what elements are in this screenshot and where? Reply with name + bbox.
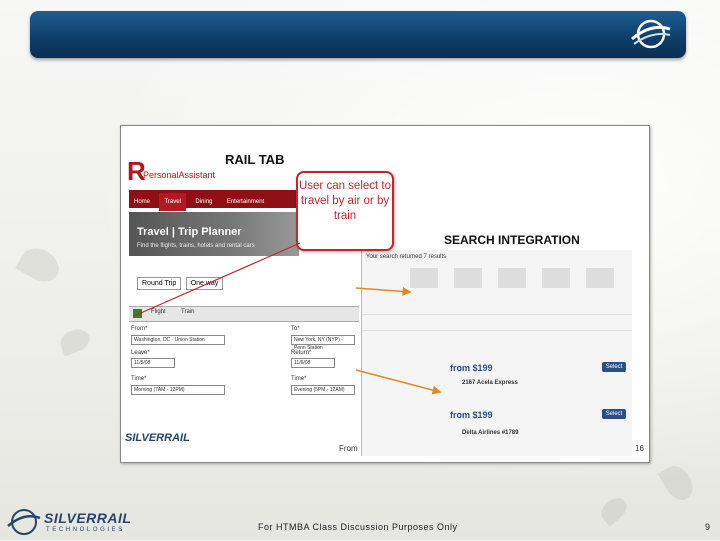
tab-round-trip[interactable]: Round Trip bbox=[137, 277, 182, 290]
mode-flight[interactable]: Flight bbox=[151, 309, 166, 315]
return-date-input[interactable]: 11/6/08 bbox=[291, 358, 335, 368]
globe-logo-icon bbox=[631, 19, 671, 49]
airline-name: Delta Airlines #1789 bbox=[462, 430, 519, 436]
leave-time-select[interactable]: Morning (7AM - 12PM) bbox=[131, 385, 225, 395]
trip-type-tabs: Round Trip One way bbox=[137, 272, 224, 290]
tab-one-way[interactable]: One way bbox=[185, 277, 224, 290]
carrier-delta-icon[interactable] bbox=[586, 268, 614, 288]
return-label: Return* bbox=[291, 350, 312, 356]
from-label: From* bbox=[131, 326, 148, 332]
search-integration-title: SEARCH INTEGRATION bbox=[444, 233, 580, 247]
results-row bbox=[362, 316, 632, 331]
rail-tab-title: RAIL TAB bbox=[225, 152, 285, 167]
silverrail-logo: SILVERRAIL TECHNOLOGIES bbox=[6, 508, 136, 536]
carrier-regional-icon[interactable] bbox=[498, 268, 526, 288]
inner-silverrail-logo: SILVERRAIL bbox=[125, 432, 190, 444]
footer-text: For HTMBA Class Discussion Purposes Only bbox=[258, 522, 458, 532]
checkbox-icon[interactable] bbox=[133, 309, 142, 318]
train-name: 2167 Acela Express bbox=[462, 380, 518, 386]
results-header: Your search returned 7 results bbox=[366, 254, 447, 260]
leave-label: Leave* bbox=[131, 350, 150, 356]
from-input[interactable]: Washington, DC - Union Station bbox=[131, 335, 225, 345]
results-panel: Your search returned 7 results from $199… bbox=[361, 250, 632, 456]
time-label: Time* bbox=[131, 376, 147, 382]
leave-date-input[interactable]: 11/5/08 bbox=[131, 358, 175, 368]
banner-desc: Find the flights, trains, hotels and ren… bbox=[137, 243, 255, 249]
from-fragment: From bbox=[339, 444, 358, 453]
carrier-northeast-icon[interactable] bbox=[542, 268, 570, 288]
carrier-acela-icon[interactable] bbox=[410, 268, 438, 288]
callout-box: User can select to travel by air or by t… bbox=[296, 171, 394, 251]
slide-header-bar bbox=[30, 11, 686, 58]
site-nav: Home Travel Dining Entertainment bbox=[129, 190, 299, 211]
select-button-2[interactable]: Select bbox=[602, 409, 626, 419]
nav-home[interactable]: Home bbox=[129, 193, 155, 205]
nav-entertainment[interactable]: Entertainment bbox=[222, 193, 269, 205]
mode-bar: Flight Train bbox=[129, 306, 359, 322]
trip-form: Round Trip One way Flight Train From* To… bbox=[129, 272, 359, 422]
nav-travel[interactable]: Travel bbox=[159, 193, 186, 211]
brand-name: SILVERRAIL bbox=[44, 510, 132, 526]
price-1: from $199 bbox=[450, 363, 493, 373]
select-button-1[interactable]: Select bbox=[602, 362, 626, 372]
personal-assistant-label: PersonalAssistant bbox=[143, 170, 216, 180]
mode-train[interactable]: Train bbox=[181, 309, 194, 315]
banner-title: Travel | Trip Planner bbox=[137, 226, 242, 238]
nav-dining[interactable]: Dining bbox=[190, 193, 217, 205]
brand-sub: TECHNOLOGIES bbox=[46, 527, 125, 533]
results-row bbox=[362, 300, 632, 315]
num-fragment: 16 bbox=[635, 444, 644, 453]
return-time-select[interactable]: Evening (5PM - 12AM) bbox=[291, 385, 355, 395]
return-time-label: Time* bbox=[291, 376, 307, 382]
page-number: 9 bbox=[705, 522, 711, 532]
to-input[interactable]: New York, NY (NYP) - Penn Station bbox=[291, 335, 355, 351]
trip-planner-banner: Travel | Trip Planner Find the flights, … bbox=[129, 212, 299, 256]
price-2: from $199 bbox=[450, 410, 493, 420]
carrier-amtrak-icon[interactable] bbox=[454, 268, 482, 288]
silverrail-swoosh-icon bbox=[7, 509, 41, 535]
to-label: To* bbox=[291, 326, 300, 332]
